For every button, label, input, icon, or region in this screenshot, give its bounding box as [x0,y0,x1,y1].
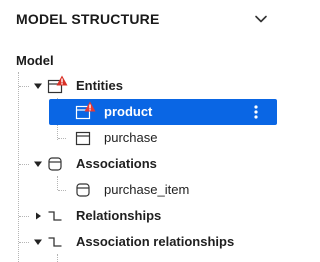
tree-node-association-relationships[interactable]: Association relationships [0,229,283,255]
tree-node-label: purchase_item [104,182,190,197]
association-icon [48,157,62,171]
caret-down-icon[interactable] [33,159,43,169]
caret-down-icon[interactable] [33,237,43,247]
tree-node-label: Entities [76,78,123,93]
tree-node-relationships[interactable]: Relationships [0,203,283,229]
tree-guide-assoc-rel-children [57,254,58,262]
caret-right-icon[interactable] [33,211,43,221]
tree-node-associations[interactable]: Associations [0,151,283,177]
tree-root-model: Model [16,53,54,68]
more-options-icon[interactable] [250,103,262,121]
caret-down-icon[interactable] [33,81,43,91]
warning-icon [84,101,96,112]
tree-node-label: Associations [76,156,157,171]
relationship-icon [48,211,62,221]
tree-node-label: Relationships [76,208,162,223]
entity-table-icon [75,131,91,146]
tree-node-purchase[interactable]: purchase [0,125,283,151]
model-structure-panel: MODEL STRUCTURE Model Entities product p… [0,0,283,262]
tree-node-label: purchase [104,130,158,145]
tree-node-label: product [104,104,153,119]
tree-node-label: Association relationships [76,234,235,249]
relationship-icon [48,237,62,247]
tree-node-purchase-item[interactable]: purchase_item [0,177,283,203]
tree-node-entities[interactable]: Entities [0,73,283,99]
association-icon [76,183,90,197]
chevron-down-icon[interactable] [252,10,270,28]
warning-icon [56,75,68,86]
tree-node-product[interactable]: product [0,99,283,125]
panel-title: MODEL STRUCTURE [16,11,160,27]
